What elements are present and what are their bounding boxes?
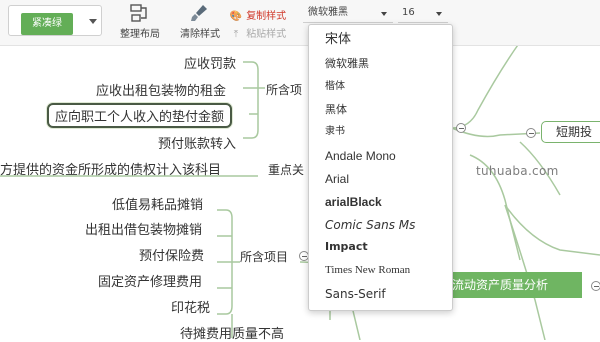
font-option-andale-mono[interactable]: Andale Mono [325, 146, 396, 166]
font-option-arial-black[interactable]: arialBlack [325, 192, 382, 212]
node-rental-package-amortization[interactable]: 出租出借包装物摊销 [85, 219, 202, 238]
toolbar: 紧凑绿 整理布局 清除样式 🎨 复制样式 ⤒ 粘贴样式 微软雅黑 16 [0, 0, 600, 46]
node-employee-advance[interactable]: 应向职工个人收入的垫付金额 [47, 103, 233, 128]
node-short-term-investment[interactable]: 短期投 [541, 121, 600, 143]
copy-style-label: 复制样式 [246, 11, 287, 22]
font-size-value: 16 [402, 7, 415, 18]
node-deferred-quality[interactable]: 待摊费用质量不高 [180, 323, 284, 342]
node-fixed-asset-repair[interactable]: 固定资产修理费用 [98, 271, 202, 290]
chevron-down-icon [381, 12, 387, 16]
font-family-value: 微软雅黑 [308, 7, 348, 18]
node-stamp-tax[interactable]: 印花税 [171, 297, 210, 316]
node-low-value-amortization[interactable]: 低值易耗品摊销 [112, 194, 203, 213]
node-package-rent[interactable]: 应收出租包装物的租金 [96, 80, 226, 99]
font-option-lishu[interactable]: 隶书 [325, 122, 345, 142]
font-dropdown-menu: 宋体 微软雅黑 楷体 黑体 隶书 Andale Mono Arial arial… [308, 24, 453, 311]
node-prepaid-insurance[interactable]: 预付保险费 [139, 245, 204, 264]
theme-swatch: 紧凑绿 [21, 13, 73, 35]
node-fund-claims[interactable]: 方提供的资金所形成的债权计入该科目 [0, 159, 221, 178]
font-option-songti[interactable]: 宋体 [325, 30, 351, 50]
node-current-asset-quality[interactable]: 流动资产质量分析 [442, 272, 582, 298]
chevron-down-icon [436, 12, 442, 16]
arrange-layout-icon [130, 4, 147, 22]
node-receivable-fines[interactable]: 应收罚款 [184, 53, 236, 72]
paste-style-icon: ⤒ [233, 29, 239, 40]
branch-included-items-bottom[interactable]: 所含项目 [240, 248, 288, 265]
arrange-layout-button[interactable]: 整理布局 [117, 3, 163, 40]
copy-style-button[interactable]: 🎨 复制样式 [229, 7, 286, 22]
clear-style-button[interactable]: 清除样式 [177, 3, 223, 40]
font-option-arial[interactable]: Arial [325, 169, 349, 189]
theme-picker-button[interactable]: 紧凑绿 [8, 5, 102, 36]
font-option-kaiti[interactable]: 楷体 [325, 77, 345, 97]
paste-style-label: 粘贴样式 [246, 29, 287, 40]
font-option-heiti[interactable]: 黑体 [325, 100, 347, 120]
paste-style-button[interactable]: ⤒ 粘贴样式 [229, 25, 286, 40]
node-prepaid-transfer[interactable]: 预付账款转入 [158, 133, 236, 152]
font-option-times-new-roman[interactable]: Times New Roman [325, 260, 410, 280]
collapse-toggle-right-2[interactable] [526, 128, 536, 138]
font-option-impact[interactable]: Impact [325, 237, 368, 257]
watermark-text: tuhuaba.com [476, 164, 559, 178]
font-family-select[interactable]: 微软雅黑 [303, 5, 393, 23]
branch-included-items-top[interactable]: 所含项 [266, 81, 302, 98]
font-option-yahei[interactable]: 微软雅黑 [325, 54, 369, 74]
collapse-toggle-right-3[interactable] [591, 281, 600, 291]
font-option-comic-sans[interactable]: Comic Sans Ms [325, 215, 415, 235]
collapse-toggle-right-1[interactable] [456, 123, 466, 133]
clear-style-label: 清除样式 [180, 29, 220, 40]
brush-icon [191, 5, 207, 21]
font-option-sans-serif[interactable]: Sans-Serif [325, 284, 386, 304]
branch-key-points[interactable]: 重点关 [268, 161, 304, 178]
arrange-layout-label: 整理布局 [120, 29, 160, 40]
copy-style-icon: 🎨 [229, 11, 243, 22]
font-size-select[interactable]: 16 [398, 5, 448, 23]
chevron-down-icon [89, 19, 97, 24]
